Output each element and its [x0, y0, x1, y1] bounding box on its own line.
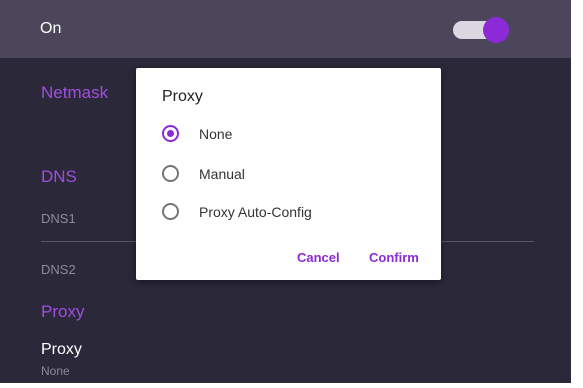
settings-screen: On Netmask DNS DNS1 DNS2 Proxy Proxy Non…: [0, 0, 571, 383]
toggle-knob: [483, 17, 509, 43]
toggle-label: On: [40, 20, 62, 37]
dns1-label[interactable]: DNS1: [41, 211, 76, 226]
proxy-setting-value: None: [41, 364, 70, 378]
dns2-label[interactable]: DNS2: [41, 262, 76, 277]
dns-title: DNS: [41, 167, 77, 186]
radio-manual[interactable]: [162, 165, 179, 182]
radio-none[interactable]: [162, 125, 179, 142]
netmask-title: Netmask: [41, 83, 109, 102]
dialog-title: Proxy: [162, 88, 203, 105]
toggle-row: On: [0, 0, 571, 58]
radio-proxy-auto-config[interactable]: [162, 203, 179, 220]
confirm-button[interactable]: Confirm: [369, 250, 419, 265]
option-proxy-auto-config-label: Proxy Auto-Config: [199, 204, 312, 220]
proxy-section-title: Proxy: [41, 302, 85, 321]
option-manual-label: Manual: [199, 166, 245, 182]
proxy-setting-title[interactable]: Proxy: [41, 341, 82, 359]
option-none[interactable]: None: [162, 123, 412, 147]
option-proxy-auto-config[interactable]: Proxy Auto-Config: [162, 201, 412, 225]
on-toggle-switch[interactable]: [453, 17, 509, 43]
option-manual[interactable]: Manual: [162, 163, 412, 187]
cancel-button[interactable]: Cancel: [297, 250, 340, 265]
proxy-dialog: Proxy None Manual Proxy Auto-Config Canc…: [136, 68, 441, 280]
option-none-label: None: [199, 126, 233, 142]
